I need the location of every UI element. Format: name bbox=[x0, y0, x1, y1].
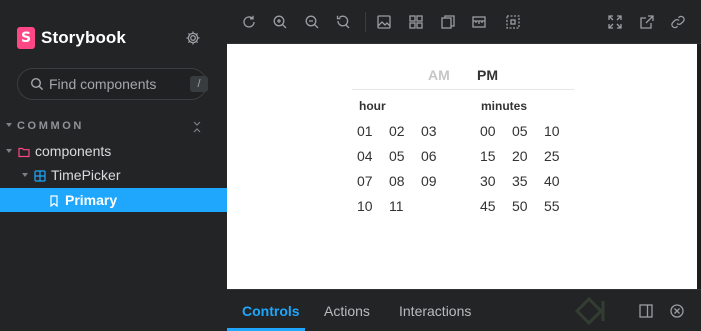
brand-name: Storybook bbox=[41, 28, 126, 47]
minutes-option[interactable]: 40 bbox=[544, 173, 570, 189]
brand[interactable]: S Storybook bbox=[17, 27, 126, 49]
minutes-option[interactable]: 35 bbox=[512, 173, 538, 189]
grid-icon[interactable] bbox=[408, 14, 424, 30]
group-label: COMMON bbox=[17, 120, 84, 132]
time-picker: AM PM hour minutes 01 02 03 04 05 06 07 08 09 10 1… bbox=[352, 62, 574, 214]
search-box: / bbox=[17, 68, 208, 100]
minutes-option[interactable]: 50 bbox=[512, 198, 538, 214]
minutes-option[interactable]: 25 bbox=[544, 148, 570, 164]
tab-actions[interactable]: Actions bbox=[324, 303, 370, 319]
minutes-option[interactable]: 55 bbox=[544, 198, 570, 214]
tree-item-label: Primary bbox=[65, 192, 118, 208]
measure-icon[interactable] bbox=[471, 14, 487, 30]
minutes-option[interactable]: 30 bbox=[480, 173, 506, 189]
logo-letter: S bbox=[20, 30, 32, 46]
hours-option[interactable]: 09 bbox=[421, 173, 447, 189]
hours-option[interactable]: 07 bbox=[357, 173, 383, 189]
hours-option[interactable]: 11 bbox=[389, 198, 415, 214]
reload-icon[interactable] bbox=[241, 14, 257, 30]
viewport-icon[interactable] bbox=[440, 14, 456, 30]
minutes-option[interactable]: 45 bbox=[480, 198, 506, 214]
search-input[interactable] bbox=[49, 75, 169, 93]
preview-canvas: AM PM hour minutes 01 02 03 04 05 06 07 08 09 10 1… bbox=[227, 44, 697, 289]
search-shortcut-badge: / bbox=[190, 76, 208, 92]
zoom-out-icon[interactable] bbox=[304, 14, 320, 30]
tree-item-timepicker[interactable]: TimePicker bbox=[0, 163, 227, 187]
hours-option[interactable]: 06 bbox=[421, 148, 447, 164]
zoom-in-icon[interactable] bbox=[272, 14, 288, 30]
addons-panel: Controls Actions Interactions bbox=[227, 289, 701, 331]
search-icon bbox=[30, 77, 44, 91]
bookmark-icon bbox=[48, 194, 60, 208]
storybook-app: S Storybook / COMMON bbox=[0, 0, 701, 331]
tab-interactions[interactable]: Interactions bbox=[399, 303, 471, 319]
open-new-tab-icon[interactable] bbox=[639, 14, 655, 30]
component-icon bbox=[34, 169, 46, 182]
background-icon[interactable] bbox=[376, 14, 392, 30]
am-toggle[interactable]: AM bbox=[428, 67, 450, 83]
outline-icon[interactable] bbox=[505, 14, 521, 30]
minutes-option[interactable]: 00 bbox=[480, 123, 506, 139]
pm-toggle[interactable]: PM bbox=[477, 67, 498, 83]
chevron-down-icon bbox=[22, 173, 28, 177]
tree-item-components[interactable]: components bbox=[0, 139, 227, 163]
zoom-reset-icon[interactable] bbox=[335, 14, 351, 30]
hours-option[interactable]: 01 bbox=[357, 123, 383, 139]
storybook-logo-icon: S bbox=[17, 27, 35, 49]
tab-controls[interactable]: Controls bbox=[242, 303, 300, 319]
tree-item-primary[interactable]: Primary bbox=[0, 188, 227, 212]
hours-option[interactable]: 03 bbox=[421, 123, 447, 139]
minutes-option[interactable]: 20 bbox=[512, 148, 538, 164]
hours-option[interactable]: 02 bbox=[389, 123, 415, 139]
collapse-all-icon[interactable] bbox=[192, 120, 202, 133]
group-common[interactable]: COMMON bbox=[6, 120, 216, 134]
toolbar bbox=[227, 0, 701, 44]
watermark-logo-icon bbox=[573, 293, 613, 329]
folder-icon bbox=[18, 145, 30, 158]
chevron-down-icon bbox=[6, 123, 12, 127]
tree-item-label: components bbox=[35, 143, 112, 159]
hours-option[interactable]: 05 bbox=[389, 148, 415, 164]
hours-option[interactable]: 10 bbox=[357, 198, 383, 214]
tree-item-label: TimePicker bbox=[51, 167, 121, 183]
hour-label: hour bbox=[359, 99, 386, 113]
copy-link-icon[interactable] bbox=[670, 14, 686, 30]
ampm-row: AM PM bbox=[352, 62, 574, 90]
toolbar-divider bbox=[365, 12, 366, 32]
fullscreen-icon[interactable] bbox=[607, 14, 623, 30]
sidebar: S Storybook / COMMON bbox=[0, 0, 227, 331]
minutes-option[interactable]: 05 bbox=[512, 123, 538, 139]
minutes-label: minutes bbox=[481, 99, 528, 113]
minutes-option[interactable]: 15 bbox=[480, 148, 506, 164]
panel-layout-icon[interactable] bbox=[638, 303, 654, 319]
close-panel-icon[interactable] bbox=[669, 303, 685, 319]
settings-gear-icon[interactable] bbox=[185, 30, 201, 46]
hours-option[interactable]: 08 bbox=[389, 173, 415, 189]
hours-option[interactable]: 04 bbox=[357, 148, 383, 164]
minutes-option[interactable]: 10 bbox=[544, 123, 570, 139]
chevron-down-icon bbox=[6, 149, 12, 153]
